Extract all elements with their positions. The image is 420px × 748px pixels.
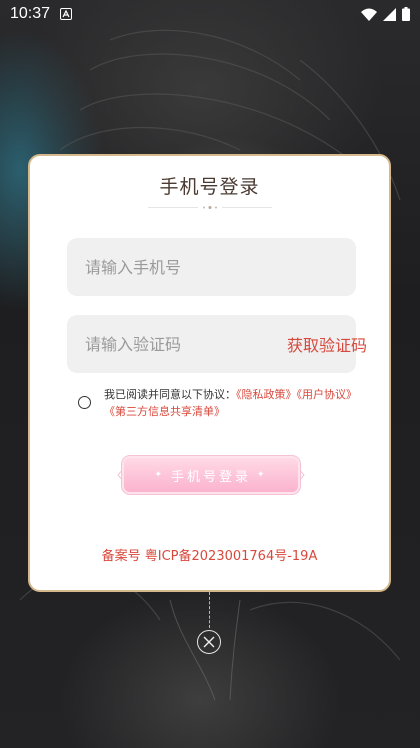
code-field[interactable]: 获取验证码 <box>67 315 367 373</box>
agreement-text: 我已阅读并同意以下协议：《隐私政策》《用户协议》《第三方信息共享清单》 <box>104 386 363 420</box>
icp-record: 备案号 粤ICP备2023001764号-19A <box>101 549 318 564</box>
third-party-sharing-link[interactable]: 《第三方信息共享清单》 <box>104 405 225 418</box>
clock: 10:37 <box>10 5 51 22</box>
phone-input[interactable] <box>83 256 340 278</box>
agreement-row: 我已阅读并同意以下协议：《隐私政策》《用户协议》《第三方信息共享清单》 <box>78 386 363 420</box>
dialog-title: 手机号登录 <box>159 176 260 198</box>
sparkle-icon: ✦ <box>154 470 165 480</box>
dialog-connector-line <box>209 592 210 628</box>
privacy-policy-link[interactable]: 《隐私政策》 <box>236 388 297 401</box>
battery-icon <box>402 7 410 21</box>
login-dialog: 手机号登录 获取验证码 我已阅读并同意以下协议：《隐私政策》《用户协议》《第三方… <box>28 154 391 592</box>
notification-a-icon <box>60 8 73 20</box>
agreement-prefix: 我已阅读并同意以下协议： <box>104 388 236 401</box>
status-bar: 10:37 <box>0 0 420 28</box>
signal-icon <box>383 7 396 21</box>
code-input[interactable] <box>83 333 287 355</box>
wifi-icon <box>361 8 377 21</box>
get-code-button[interactable]: 获取验证码 <box>287 332 367 356</box>
phone-field[interactable] <box>67 238 356 296</box>
agreement-radio[interactable] <box>78 396 91 409</box>
close-icon <box>203 636 215 648</box>
close-button[interactable] <box>197 630 221 654</box>
user-agreement-link[interactable]: 《用户协议》 <box>297 388 358 401</box>
login-button-wrapper: ✦ 手机号登录 ✦ <box>116 454 306 498</box>
login-label: 手机号登录 <box>170 469 251 485</box>
phone-login-button[interactable]: ✦ 手机号登录 ✦ <box>124 458 298 492</box>
title-divider <box>148 206 272 209</box>
sparkle-icon: ✦ <box>257 470 268 480</box>
